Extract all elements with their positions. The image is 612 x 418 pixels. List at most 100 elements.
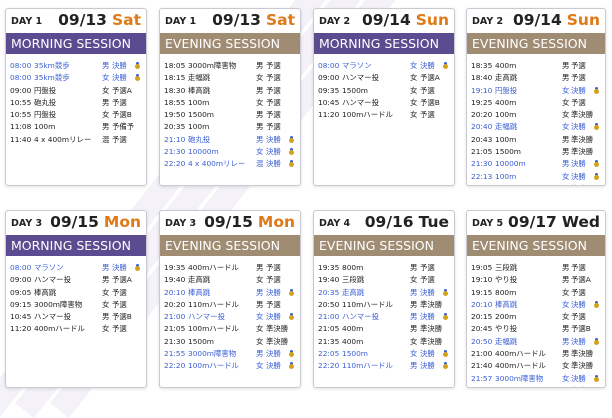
event-row: 08:00 35km競歩 男決勝 [6,60,146,72]
event-gender: 男 [410,263,418,272]
event-row: 09:15 3000m障害物 女予選 [6,299,146,311]
event-gender: 女 [562,287,570,297]
event-row: 19:35 400mハードル 男予選 [160,262,300,274]
event-time: 20:50 [471,336,493,346]
event-round: 予選 [112,287,127,297]
event-round: 決勝 [571,336,586,346]
event-row: 09:35 1500m 女予選 [314,85,454,97]
event-row: 19:40 走高跳 女予選 [160,274,300,286]
day-label: DAY 3 [165,218,197,229]
event-round: 決勝 [571,299,586,309]
event-round: 決勝 [112,263,127,272]
event-time: 20:10 [471,299,493,309]
event-row: 09:00 ハンマー投 女予選A [314,72,454,84]
event-row: 09:00 円盤投 女予選A [6,85,146,97]
event-name: 100mハードル [188,324,239,334]
medal-icon [594,88,599,94]
event-name: 35km競歩 [34,73,70,83]
event-gender: 男 [410,287,418,297]
event-round: 決勝 [420,361,435,371]
medal-icon [594,376,599,382]
event-gender: 女 [102,287,110,297]
event-round: 準決勝 [571,134,594,144]
schedule-card: DAY 3 09/15 Mon EVENING SESSION 19:35 400mハード… [159,210,301,388]
event-row: 18:15 走幅跳 女予選 [160,72,300,84]
event-time: 20:40 [471,122,493,132]
event-round: 予選 [266,122,281,132]
event-gender: 女 [256,97,264,107]
weekday-value: Sat [111,11,141,29]
event-gender: 男 [256,110,264,120]
date-label: 09/15 Mon [50,213,141,231]
event-name: 3000m障害物 [495,373,544,383]
card-header: DAY 3 09/15 Mon [6,211,146,235]
event-name: 走高跳 [188,275,211,285]
event-time: 21:55 [164,349,186,359]
event-row: 20:15 200m 女予選 [467,311,605,323]
event-row: 18:30 棒高跳 男予選 [160,85,300,97]
event-round: 予選 [266,299,281,309]
event-name: 400m [495,61,517,70]
event-gender: 男 [102,312,110,322]
weekday-value: Mon [257,213,295,231]
card-header: DAY 2 09/14 Sun [314,9,454,33]
event-round: 決勝 [266,361,281,371]
date-value: 09/17 [508,213,557,231]
event-time: 10:45 [10,312,32,322]
event-time: 19:10 [471,85,493,95]
event-gender: 混 [256,159,264,169]
event-time: 21:05 [471,147,493,157]
event-name: 走高跳 [342,287,365,297]
event-round: 予選 [112,299,127,309]
event-round: 予選 [266,275,281,285]
event-gender: 女 [410,110,418,120]
schedule-card: DAY 5 09/17 Wed EVENING SESSION 19:05 三段跳男予選 1… [466,210,606,388]
event-row: 21:30 1500m 女準決勝 [160,336,300,348]
event-time: 09:05 [10,287,32,297]
event-round: 予選 [266,61,281,70]
event-name: 800m [342,263,364,272]
event-round: 予選A [420,73,440,83]
event-row: 21:05 400m 男準決勝 [314,323,454,335]
event-name: 10000m [188,147,219,157]
event-round: 決勝 [571,122,586,132]
event-time: 09:00 [318,73,340,83]
date-value: 09/14 [512,11,562,29]
session-band: EVENING SESSION [467,235,605,256]
event-list: 18:35 400m 男予選 18:40 走高跳男予選 19:10 円盤投女決勝 19:25 4… [467,60,605,185]
event-round: 予選 [266,73,281,83]
event-name: 400m [342,336,364,346]
event-time: 09:00 [10,275,32,285]
event-gender: 女 [562,85,570,95]
event-round: 予選B [112,312,132,322]
event-row: 19:10 やり投 男予選A [467,274,605,286]
event-time: 08:00 [10,73,32,83]
event-round: 予選 [420,275,435,285]
event-name: 砲丸投 [188,134,211,144]
event-name: 3000m障害物 [188,61,237,70]
event-round: 準決勝 [571,361,594,371]
event-gender: 女 [562,171,570,181]
event-gender: 女 [102,73,110,83]
event-row: 21:00 ハンマー投 男決勝 [314,311,454,323]
event-round: 予選 [112,324,127,334]
event-round: 予選 [571,287,586,297]
medal-icon [594,339,599,345]
event-list: 08:00 35km競歩男決勝 08:00 35km競歩女決勝 09:00 円盤投女予選A… [6,60,146,146]
event-row: 21:10 砲丸投 男決勝 [160,134,300,146]
medal-icon [135,76,140,82]
event-round: 決勝 [420,349,435,359]
event-row: 19:35 800m 男予選 [314,262,454,274]
event-gender: 男 [256,134,264,144]
event-name: 棒高跳 [188,85,211,95]
event-time: 22:20 [164,361,186,371]
event-row: 21:05 100mハードル 女準決勝 [160,323,300,335]
event-row: 20:35 走高跳 男決勝 [314,287,454,299]
event-list: 19:35 400mハードル男予選 19:40 走高跳女予選 20:10 棒高跳男決勝 20… [160,262,300,373]
medal-icon [594,174,599,180]
date-value: 09/15 [204,213,253,231]
event-row: 19:05 三段跳 男予選 [467,262,605,274]
event-name: 走幅跳 [495,336,518,346]
event-row: 08:00 マラソン 男決勝 [6,262,146,274]
event-row: 21:05 1500m 男準決勝 [467,146,605,158]
